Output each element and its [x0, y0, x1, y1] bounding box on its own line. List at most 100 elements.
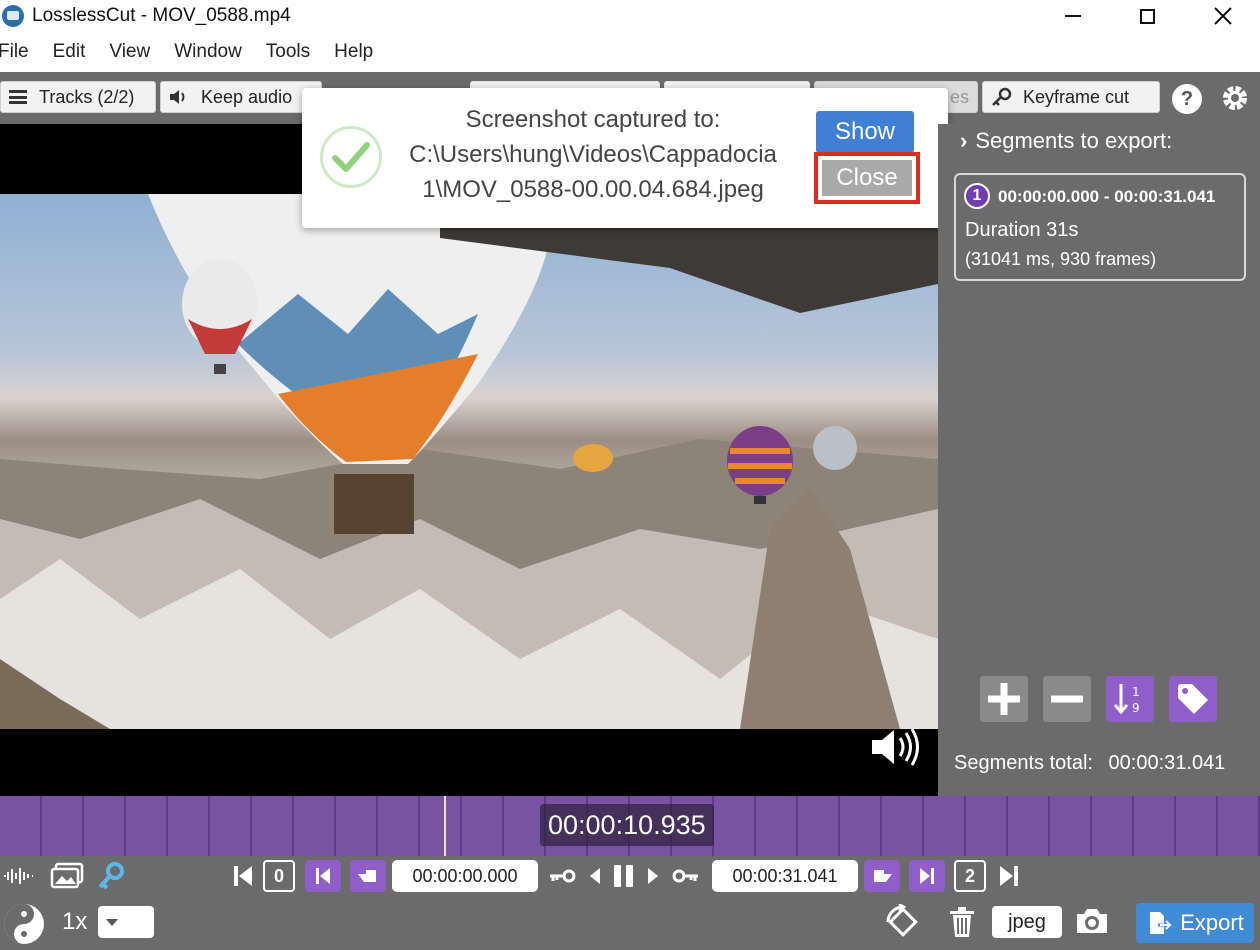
gear-icon: [1223, 86, 1247, 110]
segment-end-icon: [920, 868, 934, 884]
export-label: Export: [1180, 910, 1244, 935]
segments-header[interactable]: › Segments to export:: [960, 128, 1172, 154]
jump-start-icon[interactable]: [232, 864, 254, 888]
sort-segments-button[interactable]: 19: [1106, 676, 1154, 722]
set-cut-end-button[interactable]: [864, 860, 900, 892]
chevron-right-icon: ›: [960, 128, 968, 153]
jump-end-icon[interactable]: [998, 864, 1020, 888]
key-icon: [992, 87, 1012, 106]
help-button[interactable]: ?: [1172, 84, 1202, 114]
balloon-orange: [573, 444, 613, 472]
plus-icon: [988, 683, 1020, 715]
keep-audio-label: Keep audio: [201, 86, 293, 107]
speaker-icon: [170, 90, 185, 104]
cut-end-time-input[interactable]: 00:00:31.041: [712, 860, 858, 892]
step-forward-icon[interactable]: [646, 866, 660, 886]
hand-pointing-right-icon: [874, 870, 892, 882]
remove-segment-button[interactable]: [1043, 676, 1091, 722]
menu-view[interactable]: View: [109, 41, 150, 63]
jump-segment-start-button[interactable]: [305, 860, 341, 892]
maximize-button[interactable]: [1110, 0, 1185, 32]
menu-file[interactable]: File: [0, 41, 29, 63]
menu-help[interactable]: Help: [334, 41, 373, 63]
cut-start-time-input[interactable]: 00:00:00.000: [392, 860, 538, 892]
key-right-icon[interactable]: [672, 866, 700, 886]
playback-speed-select[interactable]: [98, 906, 154, 938]
toolbar-partial-label: es: [949, 86, 969, 107]
keyframes-icon[interactable]: [96, 861, 126, 891]
camera-icon[interactable]: [1074, 906, 1110, 936]
playback-speed-label: 1x: [62, 908, 88, 935]
capture-format-select[interactable]: jpeg: [992, 906, 1062, 938]
rotate-icon[interactable]: [882, 904, 922, 942]
segments-total-value: 00:00:31.041: [1108, 752, 1226, 774]
close-button[interactable]: Close: [822, 160, 912, 196]
current-time-display: 00:00:10.935: [540, 804, 714, 846]
set-start-segment-button[interactable]: 0: [263, 860, 295, 892]
segment-range: 00:00:00.000 - 00:00:31.041: [998, 187, 1216, 206]
step-back-icon[interactable]: [588, 866, 602, 886]
segment-frames: (31041 ms, 930 frames): [965, 249, 1157, 269]
tracks-label: Tracks (2/2): [39, 86, 135, 107]
segment-number-badge: 1: [964, 183, 990, 209]
add-segment-button[interactable]: [980, 676, 1028, 722]
segments-header-label: Segments to export:: [975, 128, 1173, 153]
export-button[interactable]: Export: [1136, 903, 1254, 943]
bottom-controls: 1x jpeg Export: [0, 896, 1260, 950]
pause-icon[interactable]: [610, 862, 638, 890]
menu-window[interactable]: Window: [174, 41, 242, 63]
close-highlight: Close: [814, 152, 920, 204]
jump-segment-end-button[interactable]: [909, 860, 945, 892]
playhead[interactable]: [444, 796, 446, 856]
playback-controls: 0 00:00:00.000 00:00:31.041 2: [0, 856, 1260, 896]
settings-button[interactable]: [1218, 82, 1252, 116]
set-cut-start-button[interactable]: [350, 860, 386, 892]
svg-text:1: 1: [1132, 685, 1140, 699]
window-title: LosslessCut - MOV_0588.mp4: [32, 5, 291, 26]
title-bar: LosslessCut - MOV_0588.mp4: [0, 0, 1260, 32]
menu-edit[interactable]: Edit: [53, 41, 86, 63]
balloon-small-left: [182, 259, 258, 374]
set-end-segment-button[interactable]: 2: [954, 860, 986, 892]
svg-text:9: 9: [1132, 701, 1140, 715]
keyframe-cut-button[interactable]: Keyframe cut: [982, 81, 1160, 113]
menu-bar: File Edit View Window Tools Help: [0, 32, 1260, 72]
notification-path-line2: 1\MOV_0588-00.00.04.684.jpeg: [422, 176, 764, 203]
timeline[interactable]: 00:00:10.935: [0, 796, 1260, 856]
close-window-button[interactable]: [1185, 0, 1260, 32]
label-segment-button[interactable]: [1169, 676, 1217, 722]
segment-start-icon: [316, 868, 330, 884]
menu-tools[interactable]: Tools: [266, 41, 310, 63]
app-icon: [2, 5, 24, 27]
notification-path-line1: C:\Users\hung\Videos\Cappadocia: [409, 141, 777, 168]
maximize-icon: [1140, 8, 1155, 24]
trash-icon[interactable]: [948, 906, 976, 938]
minimize-icon: [1064, 15, 1081, 17]
list-icon: [9, 90, 27, 104]
thumbnails-icon[interactable]: [50, 862, 84, 890]
sort-numeric-icon: 19: [1113, 684, 1140, 715]
tracks-button[interactable]: Tracks (2/2): [0, 81, 156, 113]
segment-tools: 19: [980, 676, 1232, 722]
waveform-icon[interactable]: [2, 866, 34, 886]
theme-toggle-icon[interactable]: [2, 902, 46, 946]
tag-icon: [1178, 684, 1208, 714]
balloon-striped: [727, 426, 793, 504]
volume-icon[interactable]: [870, 726, 922, 768]
show-button[interactable]: Show: [816, 111, 914, 153]
keyframe-cut-label: Keyframe cut: [1023, 86, 1130, 107]
notification-message: Screenshot captured to: C:\Users\hung\Vi…: [384, 102, 802, 207]
segments-total-label: Segments total:: [954, 752, 1093, 774]
window-controls: [1035, 0, 1260, 32]
keep-audio-button[interactable]: Keep audio: [160, 81, 322, 113]
video-frame: [0, 194, 938, 729]
balloon-wing: [440, 228, 938, 313]
balloon-grey: [813, 426, 857, 470]
minus-icon: [1051, 695, 1083, 703]
segments-panel: › Segments to export: 1 00:00:00.000 - 0…: [938, 124, 1260, 796]
segments-total: Segments total: 00:00:31.041: [954, 752, 1225, 775]
screenshot-notification: Screenshot captured to: C:\Users\hung\Vi…: [302, 88, 948, 228]
segment-item[interactable]: 1 00:00:00.000 - 00:00:31.041 Duration 3…: [954, 173, 1246, 281]
minimize-button[interactable]: [1035, 0, 1110, 32]
key-left-icon[interactable]: [548, 866, 576, 886]
